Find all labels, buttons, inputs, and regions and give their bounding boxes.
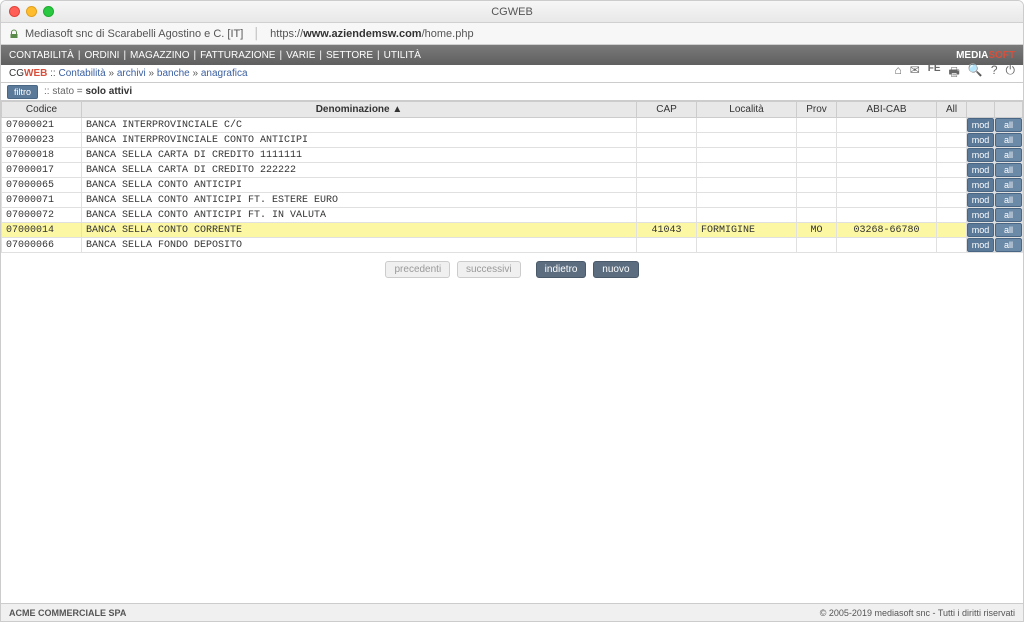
lock-icon [9, 29, 19, 39]
window-controls [9, 6, 54, 17]
mod-button[interactable]: mod [967, 238, 994, 252]
minimize-icon[interactable] [26, 6, 37, 17]
all-button[interactable]: all [995, 223, 1022, 237]
mod-button[interactable]: mod [967, 148, 994, 162]
th-denominazione[interactable]: Denominazione ▲ [82, 102, 637, 118]
brand-label: MEDIASOFT [956, 50, 1015, 61]
search-icon[interactable]: 🔍 [968, 63, 983, 84]
breadcrumb-anagrafica[interactable]: anagrafica [201, 68, 248, 79]
table-row[interactable]: 07000017BANCA SELLA CARTA DI CREDITO 222… [2, 163, 1023, 178]
print-icon[interactable]: 🖶 [949, 63, 960, 84]
mod-button[interactable]: mod [967, 133, 994, 147]
filter-bar: filtro :: stato = solo attivi [1, 83, 1023, 101]
th-cap[interactable]: CAP [637, 102, 697, 118]
all-button[interactable]: all [995, 238, 1022, 252]
all-button[interactable]: all [995, 133, 1022, 147]
footer: ACME COMMERCIALE SPA © 2005-2019 mediaso… [1, 603, 1023, 621]
menu-item-magazzino[interactable]: MAGAZZINO [130, 50, 189, 61]
menu-item-utilità[interactable]: UTILITÀ [384, 50, 421, 61]
back-button[interactable]: indietro [536, 261, 587, 278]
data-table-container: Codice Denominazione ▲ CAP Località Prov… [1, 101, 1023, 603]
all-button[interactable]: all [995, 148, 1022, 162]
all-button[interactable]: all [995, 178, 1022, 192]
data-table: Codice Denominazione ▲ CAP Località Prov… [1, 101, 1023, 253]
all-button[interactable]: all [995, 118, 1022, 132]
footer-copyright: © 2005-2019 mediasoft snc - Tutti i diri… [820, 608, 1015, 618]
maximize-icon[interactable] [43, 6, 54, 17]
menu-item-settore[interactable]: SETTORE [326, 50, 373, 61]
table-row[interactable]: 07000014BANCA SELLA CONTO CORRENTE41043F… [2, 223, 1023, 238]
th-abicab[interactable]: ABI-CAB [837, 102, 937, 118]
table-row[interactable]: 07000065BANCA SELLA CONTO ANTICIPImodall [2, 178, 1023, 193]
table-row[interactable]: 07000066BANCA SELLA FONDO DEPOSITOmodall [2, 238, 1023, 253]
table-row[interactable]: 07000018BANCA SELLA CARTA DI CREDITO 111… [2, 148, 1023, 163]
cert-label: Mediasoft snc di Scarabelli Agostino e C… [25, 28, 243, 40]
mod-button[interactable]: mod [967, 118, 994, 132]
pager: precedenti successivi indietro nuovo [1, 253, 1023, 286]
mail-icon[interactable]: ✉ [910, 63, 920, 84]
all-button[interactable]: all [995, 163, 1022, 177]
breadcrumb-bar: CGWEB :: Contabilità » archivi » banche … [1, 65, 1023, 83]
table-row[interactable]: 07000071BANCA SELLA CONTO ANTICIPI FT. E… [2, 193, 1023, 208]
th-codice[interactable]: Codice [2, 102, 82, 118]
th-localita[interactable]: Località [697, 102, 797, 118]
window-titlebar: CGWEB [1, 1, 1023, 23]
home-icon[interactable]: ⌂ [894, 63, 901, 84]
table-row[interactable]: 07000023BANCA INTERPROVINCIALE CONTO ANT… [2, 133, 1023, 148]
breadcrumb-banche[interactable]: banche [157, 68, 190, 79]
mod-button[interactable]: mod [967, 163, 994, 177]
prev-button[interactable]: precedenti [385, 261, 450, 278]
menu-item-fatturazione[interactable]: FATTURAZIONE [200, 50, 275, 61]
mod-button[interactable]: mod [967, 208, 994, 222]
url-separator: │ [253, 28, 260, 40]
window-title: CGWEB [491, 6, 533, 18]
app-prefix-web: WEB [24, 68, 47, 79]
table-row[interactable]: 07000072BANCA SELLA CONTO ANTICIPI FT. I… [2, 208, 1023, 223]
th-all-btn [995, 102, 1023, 118]
breadcrumb-contabilità[interactable]: Contabilità [58, 68, 105, 79]
url-bar: Mediasoft snc di Scarabelli Agostino e C… [1, 23, 1023, 45]
table-row[interactable]: 07000021BANCA INTERPROVINCIALE C/Cmodall [2, 118, 1023, 133]
filter-button[interactable]: filtro [7, 85, 38, 99]
app-prefix: CG [9, 68, 24, 79]
breadcrumb-archivi[interactable]: archivi [117, 68, 146, 79]
all-button[interactable]: all [995, 208, 1022, 222]
main-menu: CONTABILITÀ | ORDINI | MAGAZZINO | FATTU… [1, 45, 1023, 65]
close-icon[interactable] [9, 6, 20, 17]
new-button[interactable]: nuovo [593, 261, 638, 278]
fe-icon[interactable]: FE [928, 63, 941, 84]
next-button[interactable]: successivi [457, 261, 521, 278]
menu-item-contabilità[interactable]: CONTABILITÀ [9, 50, 74, 61]
url-text: https://www.aziendemsw.com/home.php [270, 28, 473, 40]
footer-company: ACME COMMERCIALE SPA [9, 608, 126, 618]
th-all[interactable]: All [937, 102, 967, 118]
all-button[interactable]: all [995, 193, 1022, 207]
mod-button[interactable]: mod [967, 178, 994, 192]
mod-button[interactable]: mod [967, 193, 994, 207]
toolbar-icons: ⌂ ✉ FE 🖶 🔍 ? ⏻ [894, 63, 1015, 84]
filter-status: :: stato = solo attivi [44, 86, 132, 97]
help-icon[interactable]: ? [991, 63, 998, 84]
menu-item-ordini[interactable]: ORDINI [84, 50, 119, 61]
menu-item-varie[interactable]: VARIE [286, 50, 315, 61]
th-prov[interactable]: Prov [797, 102, 837, 118]
mod-button[interactable]: mod [967, 223, 994, 237]
th-mod [967, 102, 995, 118]
power-icon[interactable]: ⏻ [1006, 63, 1016, 84]
